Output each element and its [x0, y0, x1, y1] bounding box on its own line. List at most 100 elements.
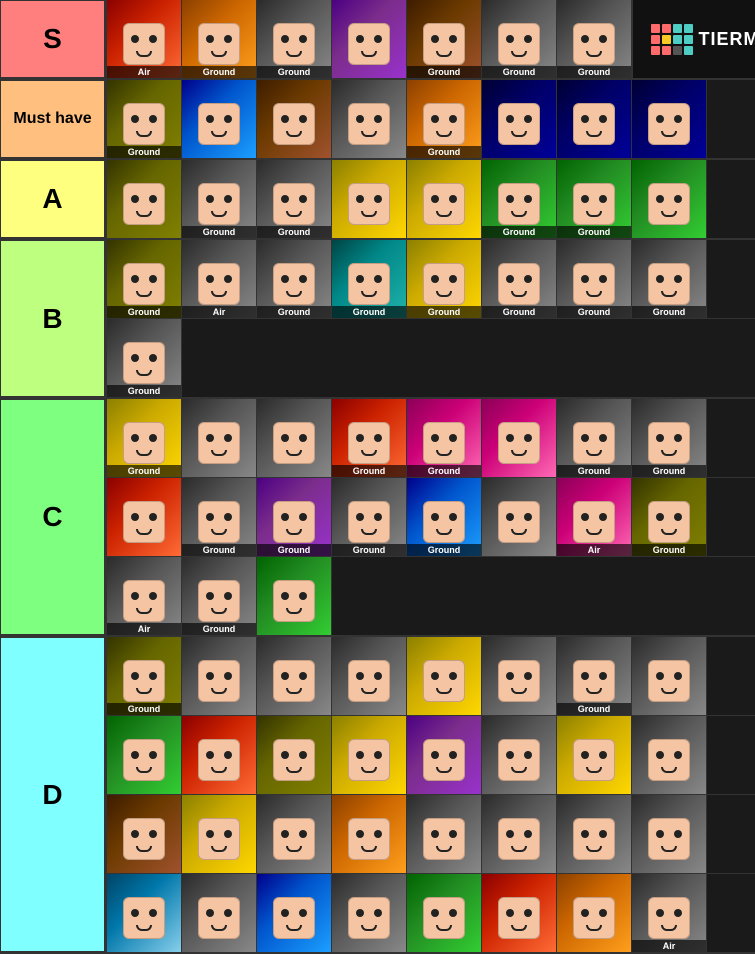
- character-cell: [107, 478, 182, 556]
- character-cell: [332, 80, 407, 158]
- character-cell: Air: [632, 874, 707, 952]
- character-cell: Ground: [332, 478, 407, 556]
- character-cell: [332, 716, 407, 794]
- character-label: Ground: [407, 544, 481, 556]
- character-cell: Ground: [557, 160, 632, 238]
- character-cell: [332, 874, 407, 952]
- logo-cell: TIERMAKER: [632, 0, 755, 78]
- character-label: Ground: [557, 703, 631, 715]
- character-cell: [257, 716, 332, 794]
- character-label: Ground: [482, 306, 556, 318]
- character-cell: Ground: [332, 399, 407, 477]
- character-label: Ground: [407, 66, 481, 78]
- character-cell: [557, 874, 632, 952]
- character-cell: [257, 399, 332, 477]
- character-cell: [182, 637, 257, 715]
- character-label: Ground: [557, 226, 631, 238]
- character-cell: [632, 160, 707, 238]
- character-cell: Ground: [632, 240, 707, 318]
- character-cell: [482, 80, 557, 158]
- character-label: Ground: [407, 146, 481, 158]
- character-cell: Ground: [257, 0, 332, 78]
- character-cell: [407, 160, 482, 238]
- tier-label-d: D: [0, 637, 105, 952]
- character-cell: Ground: [482, 160, 557, 238]
- character-label: Ground: [482, 66, 556, 78]
- character-cell: [182, 795, 257, 873]
- character-label: Air: [107, 623, 181, 635]
- character-cell: Ground: [407, 240, 482, 318]
- character-cell: [482, 874, 557, 952]
- character-label: Ground: [632, 544, 706, 556]
- logo-text: TIERMAKER: [699, 29, 755, 50]
- character-cell: [557, 795, 632, 873]
- character-label: Air: [107, 66, 181, 78]
- character-cell: [407, 716, 482, 794]
- character-cell: [632, 637, 707, 715]
- character-label: Air: [557, 544, 631, 556]
- character-label: Ground: [107, 703, 181, 715]
- character-label: Ground: [182, 66, 256, 78]
- tier-row-c: CGroundGroundGroundGroundGroundGroundGro…: [0, 399, 755, 637]
- character-cell: Ground: [257, 240, 332, 318]
- character-cell: Air: [107, 0, 182, 78]
- character-cell: [332, 0, 407, 78]
- character-label: Ground: [182, 544, 256, 556]
- character-cell: Ground: [557, 0, 632, 78]
- character-cell: Ground: [107, 80, 182, 158]
- character-cell: [257, 80, 332, 158]
- character-cell: Ground: [557, 399, 632, 477]
- character-cell: Ground: [332, 240, 407, 318]
- character-cell: Ground: [107, 399, 182, 477]
- character-cell: Ground: [557, 637, 632, 715]
- character-cell: Ground: [182, 557, 257, 635]
- tier-row-d: DGroundGroundAir: [0, 637, 755, 954]
- character-cell: [632, 80, 707, 158]
- character-cell: [482, 399, 557, 477]
- character-cell: [182, 80, 257, 158]
- character-cell: [482, 795, 557, 873]
- character-cell: [482, 637, 557, 715]
- character-cell: Ground: [407, 399, 482, 477]
- character-label: Ground: [107, 465, 181, 477]
- character-cell: Ground: [182, 478, 257, 556]
- character-cell: Ground: [257, 478, 332, 556]
- character-cell: [407, 637, 482, 715]
- character-cell: Ground: [407, 80, 482, 158]
- character-cell: [407, 795, 482, 873]
- character-cell: [257, 795, 332, 873]
- character-cell: Ground: [482, 0, 557, 78]
- character-cell: Ground: [407, 0, 482, 78]
- tier-list: SAirGroundGroundGroundGroundGroundTIERMA…: [0, 0, 755, 954]
- character-cell: Ground: [107, 240, 182, 318]
- character-label: Ground: [332, 306, 406, 318]
- character-cell: Ground: [557, 240, 632, 318]
- character-cell: [632, 795, 707, 873]
- character-cell: Ground: [182, 0, 257, 78]
- character-cell: [182, 716, 257, 794]
- character-cell: [482, 478, 557, 556]
- character-cell: Ground: [107, 319, 182, 397]
- character-cell: [107, 716, 182, 794]
- character-cell: Ground: [182, 160, 257, 238]
- character-label: Ground: [332, 544, 406, 556]
- character-label: Ground: [182, 623, 256, 635]
- character-label: Ground: [107, 146, 181, 158]
- character-label: Ground: [257, 226, 331, 238]
- character-cell: Ground: [107, 637, 182, 715]
- character-cell: [257, 874, 332, 952]
- character-cell: Air: [557, 478, 632, 556]
- character-cell: Air: [107, 557, 182, 635]
- character-label: Ground: [557, 66, 631, 78]
- character-label: Ground: [407, 306, 481, 318]
- character-cell: [332, 160, 407, 238]
- character-label: Air: [182, 306, 256, 318]
- character-cell: [257, 637, 332, 715]
- character-label: Ground: [632, 465, 706, 477]
- character-cell: [557, 716, 632, 794]
- character-label: Air: [632, 940, 706, 952]
- character-cell: [182, 874, 257, 952]
- character-label: Ground: [257, 306, 331, 318]
- character-label: Ground: [482, 226, 556, 238]
- tier-label-s: S: [0, 0, 105, 78]
